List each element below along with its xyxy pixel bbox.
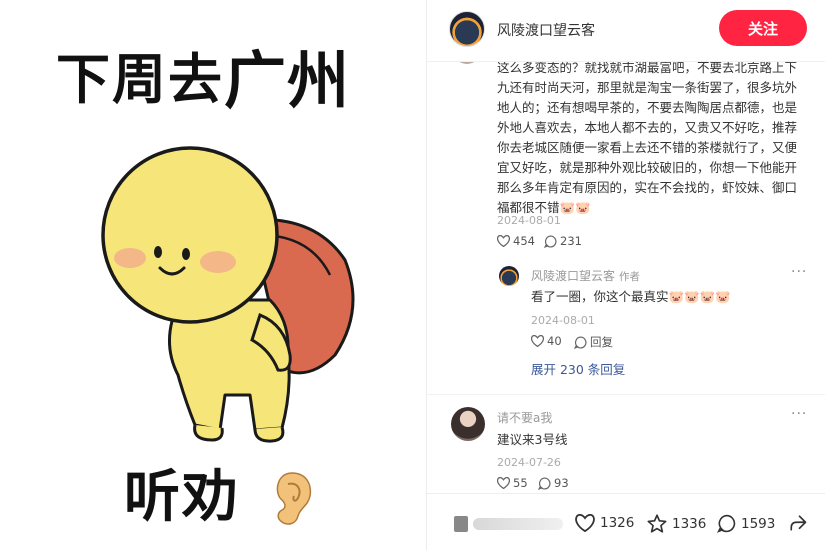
comment-divider — [427, 394, 825, 395]
comment-like-button[interactable]: 55 — [497, 476, 528, 490]
reply-more-icon[interactable]: ··· — [791, 264, 807, 280]
reply-text: 看了一圈，你这个最真实🐷🐷🐷🐷 — [531, 289, 731, 304]
comment-icon — [574, 335, 587, 349]
comment-like-count: 454 — [513, 234, 535, 248]
comment-icon — [538, 476, 551, 490]
caption-next-week: 下周去 — [56, 48, 224, 111]
post-image[interactable]: 下周去广州 听劝 — [0, 0, 426, 550]
sticker-caption-top: 下周去广州 — [56, 26, 351, 117]
heart-icon — [497, 477, 510, 489]
comment-reply-button[interactable]: 231 — [544, 234, 582, 248]
expand-replies-link[interactable]: 展开 230 条回复 — [531, 359, 625, 378]
like-button[interactable]: 1326 — [575, 514, 634, 532]
heart-icon — [575, 514, 595, 532]
comment-like-button[interactable]: 454 — [497, 234, 535, 248]
post-panel: 风陵渡口望云客 关注 这么多变态的？就找就市湖最富吧，不要去北京路上下九还有时尚… — [426, 0, 825, 550]
reply-date: 2024-08-01 — [531, 314, 595, 327]
author-tag: 作者 — [619, 271, 641, 283]
reply-author-name[interactable]: 风陵渡口望云客 作者 — [531, 267, 640, 284]
star-icon — [647, 514, 667, 533]
engagement-bar: 1326 1336 1593 — [427, 493, 825, 550]
comment-count: 1593 — [741, 515, 776, 532]
comment-reply-count: 231 — [560, 234, 582, 248]
smiley-figure — [101, 146, 355, 443]
commenter-name[interactable]: 请不要a我 — [497, 409, 552, 426]
comment-more-icon[interactable]: ··· — [791, 406, 807, 422]
comment-list[interactable]: 这么多变态的？就找就市湖最富吧，不要去北京路上下九还有时尚天河，那里就是淘宝一条… — [427, 62, 825, 493]
heart-icon — [531, 335, 544, 347]
ear-icon — [276, 472, 312, 525]
collect-button[interactable]: 1336 — [647, 514, 706, 533]
comment-date: 2024-07-26 — [497, 456, 561, 469]
collect-count: 1336 — [672, 515, 707, 532]
caption-guangzhou: 广州 — [224, 44, 351, 117]
post-header: 风陵渡口望云客 关注 — [427, 0, 825, 62]
share-button[interactable] — [789, 514, 807, 532]
comment-date: 2024-08-01 — [497, 214, 561, 227]
follow-button[interactable]: 关注 — [719, 10, 807, 46]
reply-avatar[interactable] — [499, 266, 519, 286]
comment-reply-count: 93 — [554, 476, 569, 490]
heart-icon — [497, 235, 510, 247]
reply-like-button[interactable]: 40 — [531, 334, 562, 348]
comment-text: 这么多变态的？就找就市湖最富吧，不要去北京路上下九还有时尚天河，那里就是淘宝一条… — [497, 62, 798, 215]
like-count: 1326 — [600, 515, 635, 531]
reply-author-label: 风陵渡口望云客 — [531, 269, 616, 283]
reply-reply-button[interactable]: 回复 — [574, 334, 613, 350]
comment-icon — [717, 514, 736, 533]
comment-input-avatar — [454, 516, 468, 532]
comment-button[interactable]: 1593 — [717, 514, 775, 533]
comment-input[interactable] — [473, 518, 563, 530]
comment-text: 建议来3号线 — [497, 432, 568, 447]
commenter-avatar[interactable] — [453, 62, 481, 64]
author-name[interactable]: 风陵渡口望云客 — [497, 20, 595, 40]
caption-listen: 听劝 — [124, 465, 240, 530]
commenter-avatar[interactable] — [451, 407, 485, 441]
comment-like-count: 55 — [513, 476, 528, 490]
reply-like-count: 40 — [547, 334, 562, 348]
comment-icon — [544, 234, 557, 248]
reply-reply-label: 回复 — [590, 335, 613, 349]
share-icon — [790, 515, 807, 531]
author-avatar[interactable] — [449, 11, 485, 47]
comment-reply-button[interactable]: 93 — [538, 476, 569, 490]
